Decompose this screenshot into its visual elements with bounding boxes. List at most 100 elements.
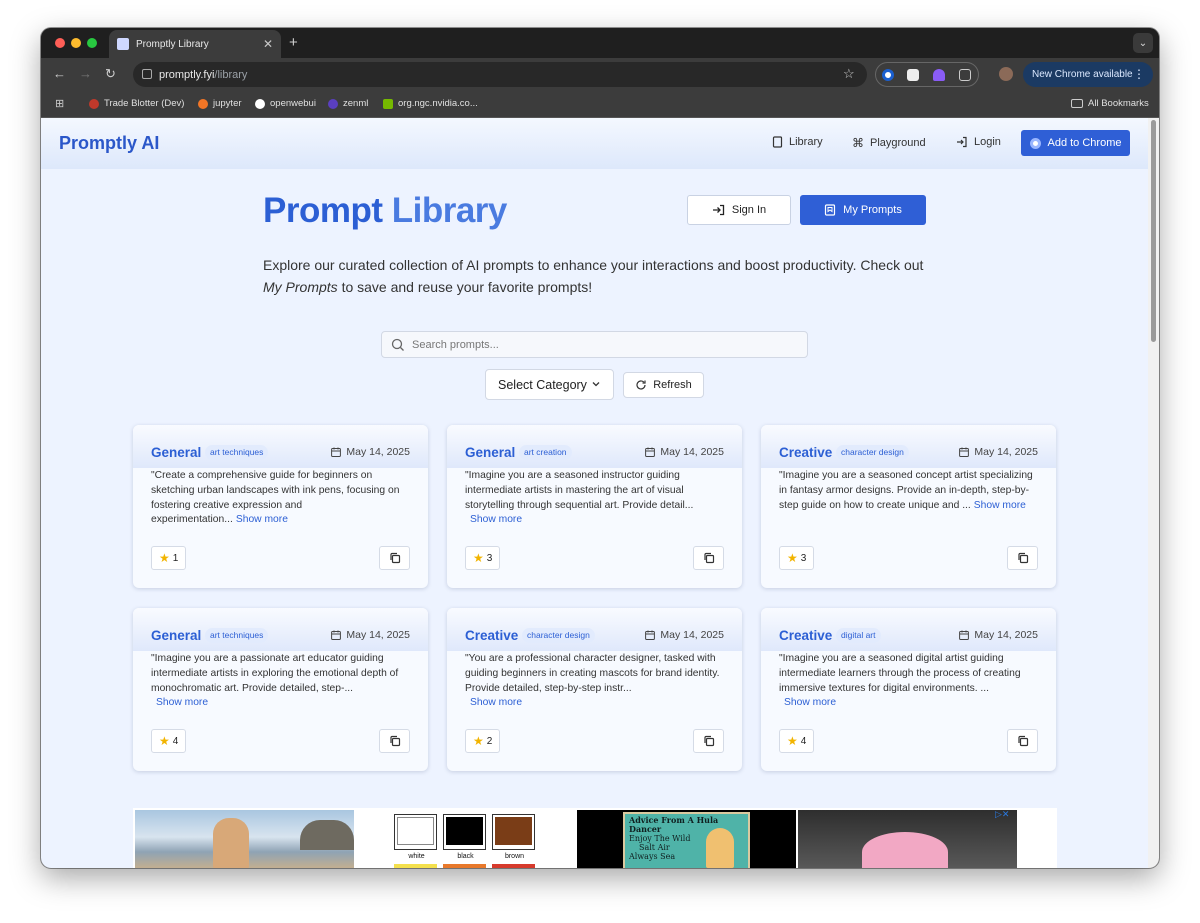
browser-tab[interactable]: Promptly Library ✕ (109, 30, 281, 58)
card-tag[interactable]: digital art (836, 628, 881, 643)
star-count: 4 (800, 735, 807, 747)
all-bookmarks[interactable]: All Bookmarks (1071, 98, 1149, 109)
puzzle-extensions-icon[interactable] (959, 69, 971, 81)
address-bar[interactable]: promptly.fyi/library (133, 62, 867, 87)
swatch-red (492, 864, 535, 868)
bookmark-nvidia[interactable]: org.ngc.nvidia.co... (383, 98, 478, 109)
page-scrollbar[interactable] (1148, 118, 1159, 868)
show-more-link[interactable]: Show more (151, 696, 413, 711)
new-tab-button[interactable]: + (289, 34, 298, 51)
web-page: Promptly AI Library ⌘ Playground Login A… (41, 118, 1148, 868)
bookmark-star-icon[interactable]: ☆ (843, 66, 855, 82)
refresh-icon (636, 380, 646, 390)
profile-avatar[interactable] (999, 67, 1013, 81)
ad-color-swatches[interactable]: white black brown (356, 810, 575, 868)
card-tag[interactable]: character design (836, 445, 909, 460)
all-bookmarks-label: All Bookmarks (1088, 98, 1149, 109)
bookmark-openwebui[interactable]: openwebui (255, 98, 316, 109)
card-category[interactable]: Creative (779, 445, 832, 460)
login-icon (957, 136, 967, 148)
swatch-brown: brown (492, 814, 536, 860)
star-button[interactable]: ★ 2 (465, 729, 501, 753)
card-tag[interactable]: art techniques (205, 628, 269, 643)
card-date: May 14, 2025 (959, 629, 1038, 641)
bookmark-label: Trade Blotter (Dev) (104, 98, 185, 109)
copy-button[interactable] (1007, 729, 1038, 753)
apps-grid-icon[interactable]: ⊞ (55, 97, 64, 110)
search-input[interactable]: Search prompts... (381, 331, 808, 358)
nav-playground[interactable]: ⌘ Playground (852, 136, 926, 150)
star-count: 3 (486, 552, 493, 564)
copy-icon (703, 552, 714, 564)
my-prompts-button[interactable]: My Prompts (800, 195, 926, 225)
sign-in-button[interactable]: Sign In (687, 195, 791, 225)
bookmarks-bar: ⊞ Trade Blotter (Dev) jupyter openwebui … (41, 90, 1159, 118)
card-date: May 14, 2025 (645, 629, 724, 641)
more-menu-icon[interactable]: ⋮ (1133, 67, 1145, 81)
ad-beach-photo[interactable] (135, 810, 354, 868)
bookmark-zenml[interactable]: zenml (328, 98, 368, 109)
star-button[interactable]: ★ 1 (151, 546, 187, 570)
card-category[interactable]: Creative (779, 628, 832, 643)
nav-playground-label: Playground (870, 137, 926, 149)
card-date: May 14, 2025 (645, 446, 724, 458)
tab-close-icon[interactable]: ✕ (263, 37, 273, 51)
card-category[interactable]: Creative (465, 628, 518, 643)
ad-hula-poster[interactable]: Advice From A Hula Dancer Enjoy The Wild… (577, 810, 796, 868)
nav-library[interactable]: Library (772, 136, 823, 148)
card-tag[interactable]: art techniques (205, 445, 269, 460)
purple-extension-icon[interactable] (933, 69, 945, 81)
tab-search-button[interactable]: ⌄ (1133, 33, 1153, 53)
onepassword-extension-icon[interactable] (882, 69, 894, 81)
category-select[interactable]: Select Category (485, 369, 614, 400)
star-button[interactable]: ★ 4 (151, 729, 187, 753)
bookmark-label: zenml (343, 98, 369, 109)
show-more-link[interactable]: Show more (236, 514, 288, 525)
bookmark-jupyter[interactable]: jupyter (198, 98, 242, 109)
star-button[interactable]: ★ 3 (465, 546, 501, 570)
close-window-button[interactable] (55, 38, 65, 48)
copy-icon (389, 735, 400, 747)
show-more-link[interactable]: Show more (465, 513, 727, 528)
url-path: /library (214, 68, 248, 81)
scrollbar-thumb[interactable] (1151, 120, 1156, 342)
copy-button[interactable] (693, 546, 724, 570)
forward-icon[interactable]: → (79, 66, 92, 81)
reload-icon[interactable]: ↻ (105, 66, 116, 82)
back-icon[interactable]: ← (53, 66, 66, 81)
card-category[interactable]: General (151, 445, 201, 460)
tab-favicon-icon (117, 38, 129, 50)
nav-login[interactable]: Login (956, 136, 1001, 148)
site-info-icon[interactable] (142, 69, 152, 79)
copy-button[interactable] (693, 729, 724, 753)
star-button[interactable]: ★ 3 (779, 546, 815, 570)
card-category[interactable]: General (465, 445, 515, 460)
instapaper-extension-icon[interactable] (907, 69, 919, 81)
minimize-window-button[interactable] (71, 38, 81, 48)
card-date-label: May 14, 2025 (346, 446, 410, 458)
show-more-link[interactable]: Show more (974, 500, 1026, 511)
card-date-label: May 14, 2025 (974, 629, 1038, 641)
brand-logo[interactable]: Promptly AI (59, 133, 159, 154)
star-count: 4 (172, 735, 179, 747)
copy-button[interactable] (379, 546, 410, 570)
card-category[interactable]: General (151, 628, 201, 643)
card-tag[interactable]: character design (522, 628, 595, 643)
ad-pink-shape[interactable] (798, 810, 1017, 868)
bookmark-trade-blotter[interactable]: Trade Blotter (Dev) (89, 98, 184, 109)
show-more-link[interactable]: Show more (779, 696, 1041, 711)
zoom-window-button[interactable] (87, 38, 97, 48)
swatch-fill (446, 817, 483, 845)
ad-banner[interactable]: white black brown Advice From A Hula Dan… (133, 808, 1057, 868)
card-text: "Create a comprehensive guide for beginn… (151, 469, 413, 528)
copy-button[interactable] (379, 729, 410, 753)
add-to-chrome-button[interactable]: Add to Chrome (1021, 130, 1130, 156)
card-tag[interactable]: art creation (519, 445, 572, 460)
show-more-link[interactable]: Show more (465, 696, 727, 711)
star-button[interactable]: ★ 4 (779, 729, 815, 753)
adchoices-icon[interactable]: ▷✕ (995, 809, 1009, 820)
chrome-update-button[interactable]: New Chrome available ⋮ (1023, 62, 1153, 87)
prompt-card: Creative character design May 14, 2025 "… (447, 608, 742, 771)
refresh-button[interactable]: Refresh (623, 372, 704, 398)
copy-button[interactable] (1007, 546, 1038, 570)
